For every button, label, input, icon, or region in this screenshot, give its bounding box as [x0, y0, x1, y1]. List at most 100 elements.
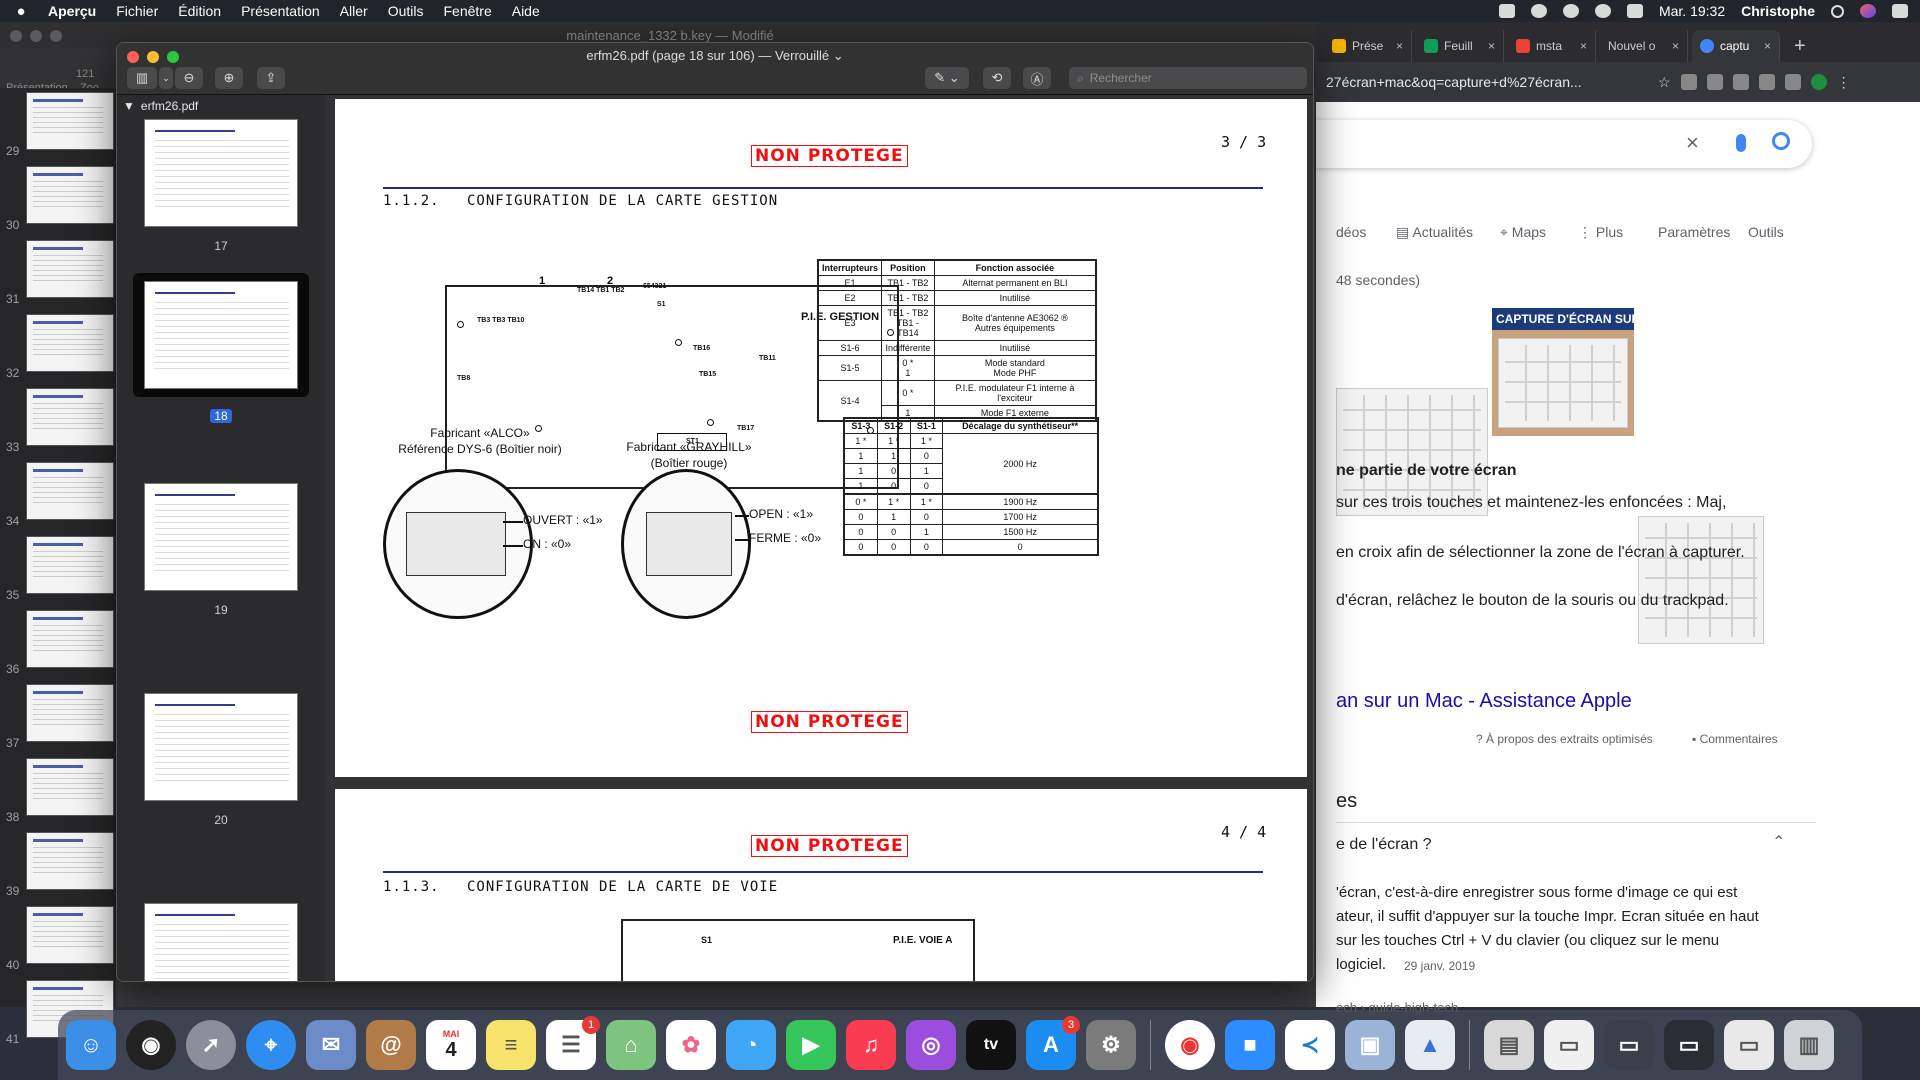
control-center-icon[interactable]	[1626, 4, 1643, 18]
markup-pen-icon[interactable]: ✎ ⌄	[925, 67, 969, 89]
about-snippets-link[interactable]: ? À propos des extraits optimisés	[1476, 732, 1653, 746]
nav-maps[interactable]: ⌖ Maps	[1500, 224, 1546, 241]
keynote-zoom[interactable]	[50, 30, 62, 42]
page-thumbnail-selected[interactable]: 18	[133, 273, 309, 425]
menu-aide[interactable]: Aide	[512, 3, 540, 19]
reminders-icon[interactable]: ☰ 1	[546, 1016, 600, 1070]
calendar-icon[interactable]: MAI 4	[426, 1020, 476, 1070]
chrome-tab[interactable]: msta ×	[1508, 30, 1596, 62]
minimized-window-icon[interactable]: ▭	[1724, 1020, 1774, 1070]
minimized-window-icon[interactable]: ▭	[1544, 1020, 1594, 1070]
keynote-minimize[interactable]	[30, 30, 42, 42]
search-field[interactable]: ⌕ Rechercher	[1069, 67, 1307, 89]
music-icon[interactable]: ♫	[846, 1020, 896, 1070]
slide-thumb[interactable]: 36	[0, 606, 116, 678]
page-thumbnail[interactable]	[133, 903, 309, 981]
slide-thumb[interactable]: 31	[0, 236, 116, 308]
menu-outils[interactable]: Outils	[388, 3, 424, 19]
menu-fenetre[interactable]: Fenêtre	[443, 3, 491, 19]
bookmark-star-icon[interactable]: ☆	[1658, 74, 1671, 91]
slide-thumb[interactable]: 40	[0, 902, 116, 974]
slide-thumb[interactable]: 34	[0, 458, 116, 530]
safari-icon[interactable]: ⌖	[246, 1020, 296, 1070]
trash-icon[interactable]: ▥	[1784, 1020, 1834, 1070]
preview-icon[interactable]: ▣	[1345, 1020, 1395, 1070]
close-icon[interactable]: ×	[1488, 39, 1495, 53]
keynote-icon[interactable]: ▲	[1405, 1020, 1455, 1070]
chrome-icon[interactable]: ◉	[1165, 1020, 1215, 1070]
system-preferences-icon[interactable]: ⚙	[1086, 1020, 1136, 1070]
clear-icon[interactable]: ×	[1686, 130, 1699, 156]
chrome-tab-active[interactable]: captu ×	[1692, 30, 1780, 62]
google-search-box[interactable]: ×	[1316, 120, 1812, 168]
page-thumbnail[interactable]: 20	[133, 693, 309, 829]
chrome-tab[interactable]: Feuill ×	[1416, 30, 1504, 62]
menu-user[interactable]: Christophe	[1741, 3, 1815, 19]
archive-utility-icon[interactable]: ▤	[1484, 1020, 1534, 1070]
share-icon[interactable]: ⇪	[257, 67, 285, 89]
slide-thumb[interactable]: 39	[0, 828, 116, 900]
screen-record-icon[interactable]	[1498, 4, 1515, 18]
close-icon[interactable]: ×	[1672, 39, 1679, 53]
result-image[interactable]	[1638, 516, 1764, 644]
minimized-window-icon[interactable]: ▭	[1664, 1020, 1714, 1070]
nav-plus[interactable]: ⋮ Plus	[1578, 224, 1623, 241]
chrome-tab[interactable]: Nouvel o ×	[1600, 30, 1688, 62]
address-bar[interactable]: 27écran+mac&oq=capture+d%27écran...	[1326, 74, 1648, 90]
slide-thumb[interactable]: 29	[0, 88, 116, 160]
menu-aller[interactable]: Aller	[340, 3, 368, 19]
focus-icon[interactable]	[1530, 4, 1547, 18]
zoom-icon[interactable]: ■	[1225, 1020, 1275, 1070]
slide-thumb[interactable]: 30	[0, 162, 116, 234]
search-icon[interactable]	[1772, 132, 1790, 150]
siri-icon[interactable]	[1860, 4, 1876, 18]
chrome-tab[interactable]: Prése ×	[1324, 30, 1412, 62]
result-image[interactable]: CAPTURE D'ÉCRAN SUR	[1492, 308, 1634, 436]
facetime-icon[interactable]: ▶	[786, 1020, 836, 1070]
minimized-window-icon[interactable]: ▭	[1604, 1020, 1654, 1070]
zoom-out-icon[interactable]: ⊖	[175, 67, 203, 89]
menu-clock[interactable]: Mar. 19:32	[1659, 3, 1725, 19]
keynote-zoom-value[interactable]: 121	[76, 68, 94, 80]
annotate-icon[interactable]: Ⓐ	[1023, 67, 1051, 89]
extension-icon[interactable]	[1706, 74, 1723, 90]
menu-edition[interactable]: Édition	[178, 3, 221, 19]
close-icon[interactable]: ×	[1580, 39, 1587, 53]
close-icon[interactable]: ×	[1396, 39, 1403, 53]
apple-menu-icon[interactable]: ●	[12, 3, 30, 20]
slide-thumb[interactable]: 32	[0, 310, 116, 382]
messages-icon[interactable]: ◔	[726, 1020, 776, 1070]
slide-thumb[interactable]: 37	[0, 680, 116, 752]
more-menu-icon[interactable]: ⋮	[1837, 74, 1851, 91]
extension-icon[interactable]	[1732, 74, 1749, 90]
page-thumbnail[interactable]: 17	[133, 119, 309, 255]
notes-icon[interactable]: ≡	[486, 1020, 536, 1070]
extension-icon[interactable]	[1758, 74, 1775, 90]
document-title[interactable]: erfm26.pdf (page 18 sur 106) — Verrouill…	[117, 48, 1313, 64]
comments-link[interactable]: ▪ Commentaires	[1692, 732, 1778, 746]
slide-thumb[interactable]: 33	[0, 384, 116, 456]
finder-icon[interactable]: ☺	[66, 1020, 116, 1070]
menu-fichier[interactable]: Fichier	[116, 3, 158, 19]
app-store-icon[interactable]: A3	[1026, 1016, 1080, 1070]
chevron-down-icon[interactable]: ⌄	[159, 67, 173, 89]
rotate-icon[interactable]: ⟲	[983, 67, 1011, 89]
sidebar-file-header[interactable]: ▼ erfm26.pdf	[117, 95, 325, 117]
extension-icon[interactable]	[1680, 74, 1697, 90]
menu-app-name[interactable]: Aperçu	[48, 3, 96, 19]
podcasts-icon[interactable]: ◎	[906, 1020, 956, 1070]
mail-icon[interactable]: ✉	[306, 1020, 356, 1070]
paa-question[interactable]: e de l'écran ?	[1336, 836, 1432, 854]
new-tab-icon[interactable]: +	[1784, 35, 1816, 62]
launchpad-icon[interactable]: ➚	[186, 1020, 236, 1070]
microphone-icon[interactable]	[1736, 134, 1746, 152]
wifi-icon[interactable]	[1594, 4, 1611, 18]
photos-icon[interactable]: ✿	[666, 1020, 716, 1070]
nav-actualites[interactable]: ▤ Actualités	[1396, 224, 1473, 241]
nav-parametres[interactable]: Paramètres	[1658, 224, 1730, 240]
siri-icon[interactable]: ◉	[126, 1020, 176, 1070]
spotlight-icon[interactable]	[1831, 4, 1844, 18]
page-thumbnail[interactable]: 19	[133, 483, 309, 619]
maps-icon[interactable]: ⌂	[606, 1020, 656, 1070]
keynote-close[interactable]	[10, 30, 22, 42]
